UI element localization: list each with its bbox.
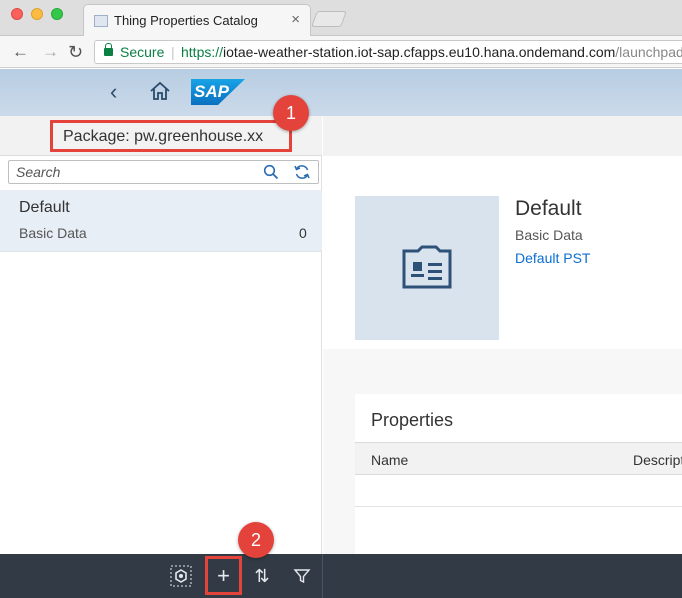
- maximize-window-button[interactable]: [51, 8, 63, 20]
- list-item-title: Default: [19, 199, 70, 216]
- page-favicon-icon: [94, 15, 108, 27]
- shell-back-icon[interactable]: ‹: [110, 79, 117, 105]
- detail-pane: Default Basic Data Default PST Propertie…: [323, 116, 682, 564]
- thing-model-button[interactable]: [164, 554, 198, 598]
- object-header: Default Basic Data Default PST: [323, 156, 682, 349]
- business-card-icon: [402, 245, 452, 294]
- annotation-marker-1: 1: [273, 95, 309, 131]
- footer-separator: [322, 554, 323, 598]
- master-header: Package: pw.greenhouse.xx: [0, 116, 322, 156]
- object-image: [355, 196, 499, 340]
- new-tab-button[interactable]: [311, 11, 347, 27]
- home-icon[interactable]: [149, 81, 171, 106]
- address-bar[interactable]: Secure | https://iotae-weather-station.i…: [94, 40, 682, 64]
- tab-close-icon[interactable]: ×: [291, 11, 300, 28]
- minimize-window-button[interactable]: [31, 8, 43, 20]
- package-label: Package: pw.greenhouse.xx: [50, 120, 292, 152]
- browser-reload-button[interactable]: ↻: [68, 42, 83, 63]
- secure-label: Secure: [120, 44, 165, 60]
- search-icon[interactable]: [263, 164, 279, 185]
- column-header-name[interactable]: Name: [371, 452, 408, 468]
- browser-tab-bar: Thing Properties Catalog ×: [0, 0, 682, 36]
- list-item[interactable]: Default Basic Data 0: [0, 190, 322, 252]
- search-input[interactable]: [10, 162, 250, 182]
- page-url[interactable]: https://iotae-weather-station.iot-sap.cf…: [181, 44, 682, 60]
- object-title: Default: [515, 197, 582, 220]
- sort-button[interactable]: ⇅: [245, 554, 279, 598]
- filter-button[interactable]: [285, 554, 319, 598]
- refresh-icon[interactable]: [293, 163, 311, 186]
- browser-toolbar: ← → ↻ Secure | https://iotae-weather-sta…: [0, 36, 682, 68]
- browser-back-button[interactable]: ←: [12, 42, 29, 62]
- footer-toolbar: + ⇅: [0, 554, 682, 598]
- list-item-count: 0: [299, 225, 307, 241]
- object-subtitle: Basic Data: [515, 227, 583, 243]
- search-field: [8, 160, 319, 184]
- list-item-subtitle: Basic Data: [19, 225, 87, 241]
- annotation-marker-2: 2: [238, 522, 274, 558]
- shell-bar: ‹ SAP: [0, 69, 682, 116]
- column-header-description[interactable]: Description: [633, 452, 682, 468]
- close-window-button[interactable]: [11, 8, 23, 20]
- browser-tab[interactable]: Thing Properties Catalog ×: [83, 4, 311, 36]
- master-pane: Package: pw.greenhouse.xx Default Basic …: [0, 116, 322, 554]
- tab-title: Thing Properties Catalog: [114, 13, 258, 28]
- properties-panel: Properties Name Description: [355, 394, 682, 564]
- properties-section: Properties Name Description: [323, 349, 682, 564]
- table-row: [355, 475, 682, 507]
- default-pst-link[interactable]: Default PST: [515, 250, 590, 266]
- lock-icon: [104, 43, 113, 56]
- sap-logo[interactable]: SAP: [191, 79, 245, 105]
- detail-header-bar: [323, 116, 682, 156]
- address-separator: |: [171, 44, 175, 60]
- properties-table-header: Name Description: [355, 442, 682, 475]
- properties-title: Properties: [371, 410, 454, 430]
- add-button[interactable]: +: [205, 556, 242, 595]
- browser-forward-button[interactable]: →: [42, 42, 59, 62]
